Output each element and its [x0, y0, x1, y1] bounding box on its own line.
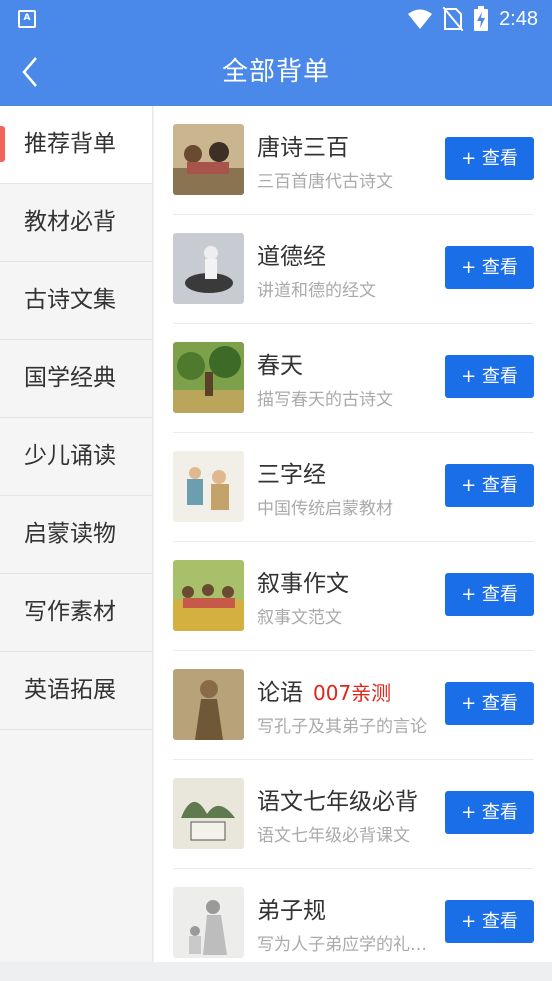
- status-icons: 2:48: [407, 6, 538, 32]
- cover-image: [173, 233, 244, 304]
- view-button[interactable]: + 查看: [445, 791, 534, 834]
- item-subtitle: 叙事文范文: [257, 608, 342, 628]
- item-title: 道德经: [257, 244, 326, 270]
- app-notification-icon: A: [18, 10, 36, 28]
- sidebar-item-label: 推荐背单: [24, 131, 116, 157]
- view-button[interactable]: + 查看: [445, 900, 534, 943]
- sidebar-item-label: 少儿诵读: [24, 443, 116, 469]
- bottom-strip: [0, 962, 552, 981]
- nav-bar: 全部背单: [0, 38, 552, 106]
- item-title: 唐诗三百: [257, 135, 349, 161]
- no-sim-icon: [443, 7, 464, 31]
- sidebar-item-textbook[interactable]: 教材必背: [0, 184, 152, 262]
- list-item[interactable]: 叙事作文 叙事文范文 + 查看: [173, 542, 534, 651]
- item-title: 弟子规: [257, 898, 326, 924]
- list-item[interactable]: 论语 007亲测 写孔子及其弟子的言论 + 查看: [173, 651, 534, 760]
- view-button[interactable]: + 查看: [445, 573, 534, 616]
- item-subtitle: 讲道和德的经文: [257, 281, 376, 301]
- item-title: 论语 007亲测: [257, 680, 392, 706]
- sidebar-item-writing[interactable]: 写作素材: [0, 574, 152, 652]
- sidebar-item-recommended[interactable]: 推荐背单: [0, 106, 152, 184]
- cover-image: [173, 451, 244, 522]
- list-item[interactable]: 春天 描写春天的古诗文 + 查看: [173, 324, 534, 433]
- cover-image: [173, 669, 244, 740]
- list-item[interactable]: 弟子规 写为人子弟应学的礼… + 查看: [173, 869, 534, 962]
- status-bar: A 2:48: [0, 0, 552, 38]
- item-subtitle: 中国传统启蒙教材: [257, 499, 393, 519]
- sidebar-item-enlightenment[interactable]: 启蒙读物: [0, 496, 152, 574]
- item-subtitle: 三百首唐代古诗文: [257, 172, 393, 192]
- item-subtitle: 写为人子弟应学的礼…: [257, 935, 427, 955]
- view-button[interactable]: + 查看: [445, 464, 534, 507]
- sidebar-item-children-reading[interactable]: 少儿诵读: [0, 418, 152, 496]
- view-button[interactable]: + 查看: [445, 355, 534, 398]
- category-sidebar: 推荐背单 教材必背 古诗文集 国学经典 少儿诵读 启蒙读物 写作素材 英语拓展: [0, 106, 153, 962]
- list-item[interactable]: 三字经 中国传统启蒙教材 + 查看: [173, 433, 534, 542]
- item-subtitle: 写孔子及其弟子的言论: [257, 717, 427, 737]
- cover-image: [173, 778, 244, 849]
- view-button[interactable]: + 查看: [445, 137, 534, 180]
- battery-charging-icon: [474, 6, 489, 31]
- sidebar-item-label: 古诗文集: [24, 287, 116, 313]
- view-button[interactable]: + 查看: [445, 246, 534, 289]
- item-tag: 007亲测: [313, 681, 392, 705]
- item-title: 三字经: [257, 462, 326, 488]
- list-item[interactable]: 语文七年级必背 语文七年级必背课文 + 查看: [173, 760, 534, 869]
- sidebar-item-english[interactable]: 英语拓展: [0, 652, 152, 730]
- cover-image: [173, 342, 244, 413]
- item-subtitle: 语文七年级必背课文: [257, 826, 410, 846]
- sidebar-item-label: 国学经典: [24, 365, 116, 391]
- sidebar-item-ancient-poems[interactable]: 古诗文集: [0, 262, 152, 340]
- sidebar-item-label: 写作素材: [24, 599, 116, 625]
- app-header: A 2:48 全部背单: [0, 0, 552, 106]
- sidebar-item-label: 启蒙读物: [24, 521, 116, 547]
- item-title: 春天: [257, 353, 303, 379]
- item-title: 叙事作文: [257, 571, 349, 597]
- item-subtitle: 描写春天的古诗文: [257, 390, 393, 410]
- recitation-list: 唐诗三百 三百首唐代古诗文 + 查看 道德经 讲道和德的经文 + 查看 春天 描…: [154, 106, 552, 962]
- sidebar-item-classics[interactable]: 国学经典: [0, 340, 152, 418]
- list-item[interactable]: 道德经 讲道和德的经文 + 查看: [173, 215, 534, 324]
- wifi-icon: [408, 9, 433, 29]
- cover-image: [173, 124, 244, 195]
- page-title: 全部背单: [221, 57, 330, 87]
- cover-image: [173, 560, 244, 631]
- cover-image: [173, 887, 244, 958]
- list-item[interactable]: 唐诗三百 三百首唐代古诗文 + 查看: [173, 106, 534, 215]
- view-button[interactable]: + 查看: [445, 682, 534, 725]
- sidebar-item-label: 教材必背: [24, 209, 116, 235]
- sidebar-item-label: 英语拓展: [24, 677, 116, 703]
- item-title: 语文七年级必背: [257, 789, 418, 815]
- clock: 2:48: [499, 7, 538, 30]
